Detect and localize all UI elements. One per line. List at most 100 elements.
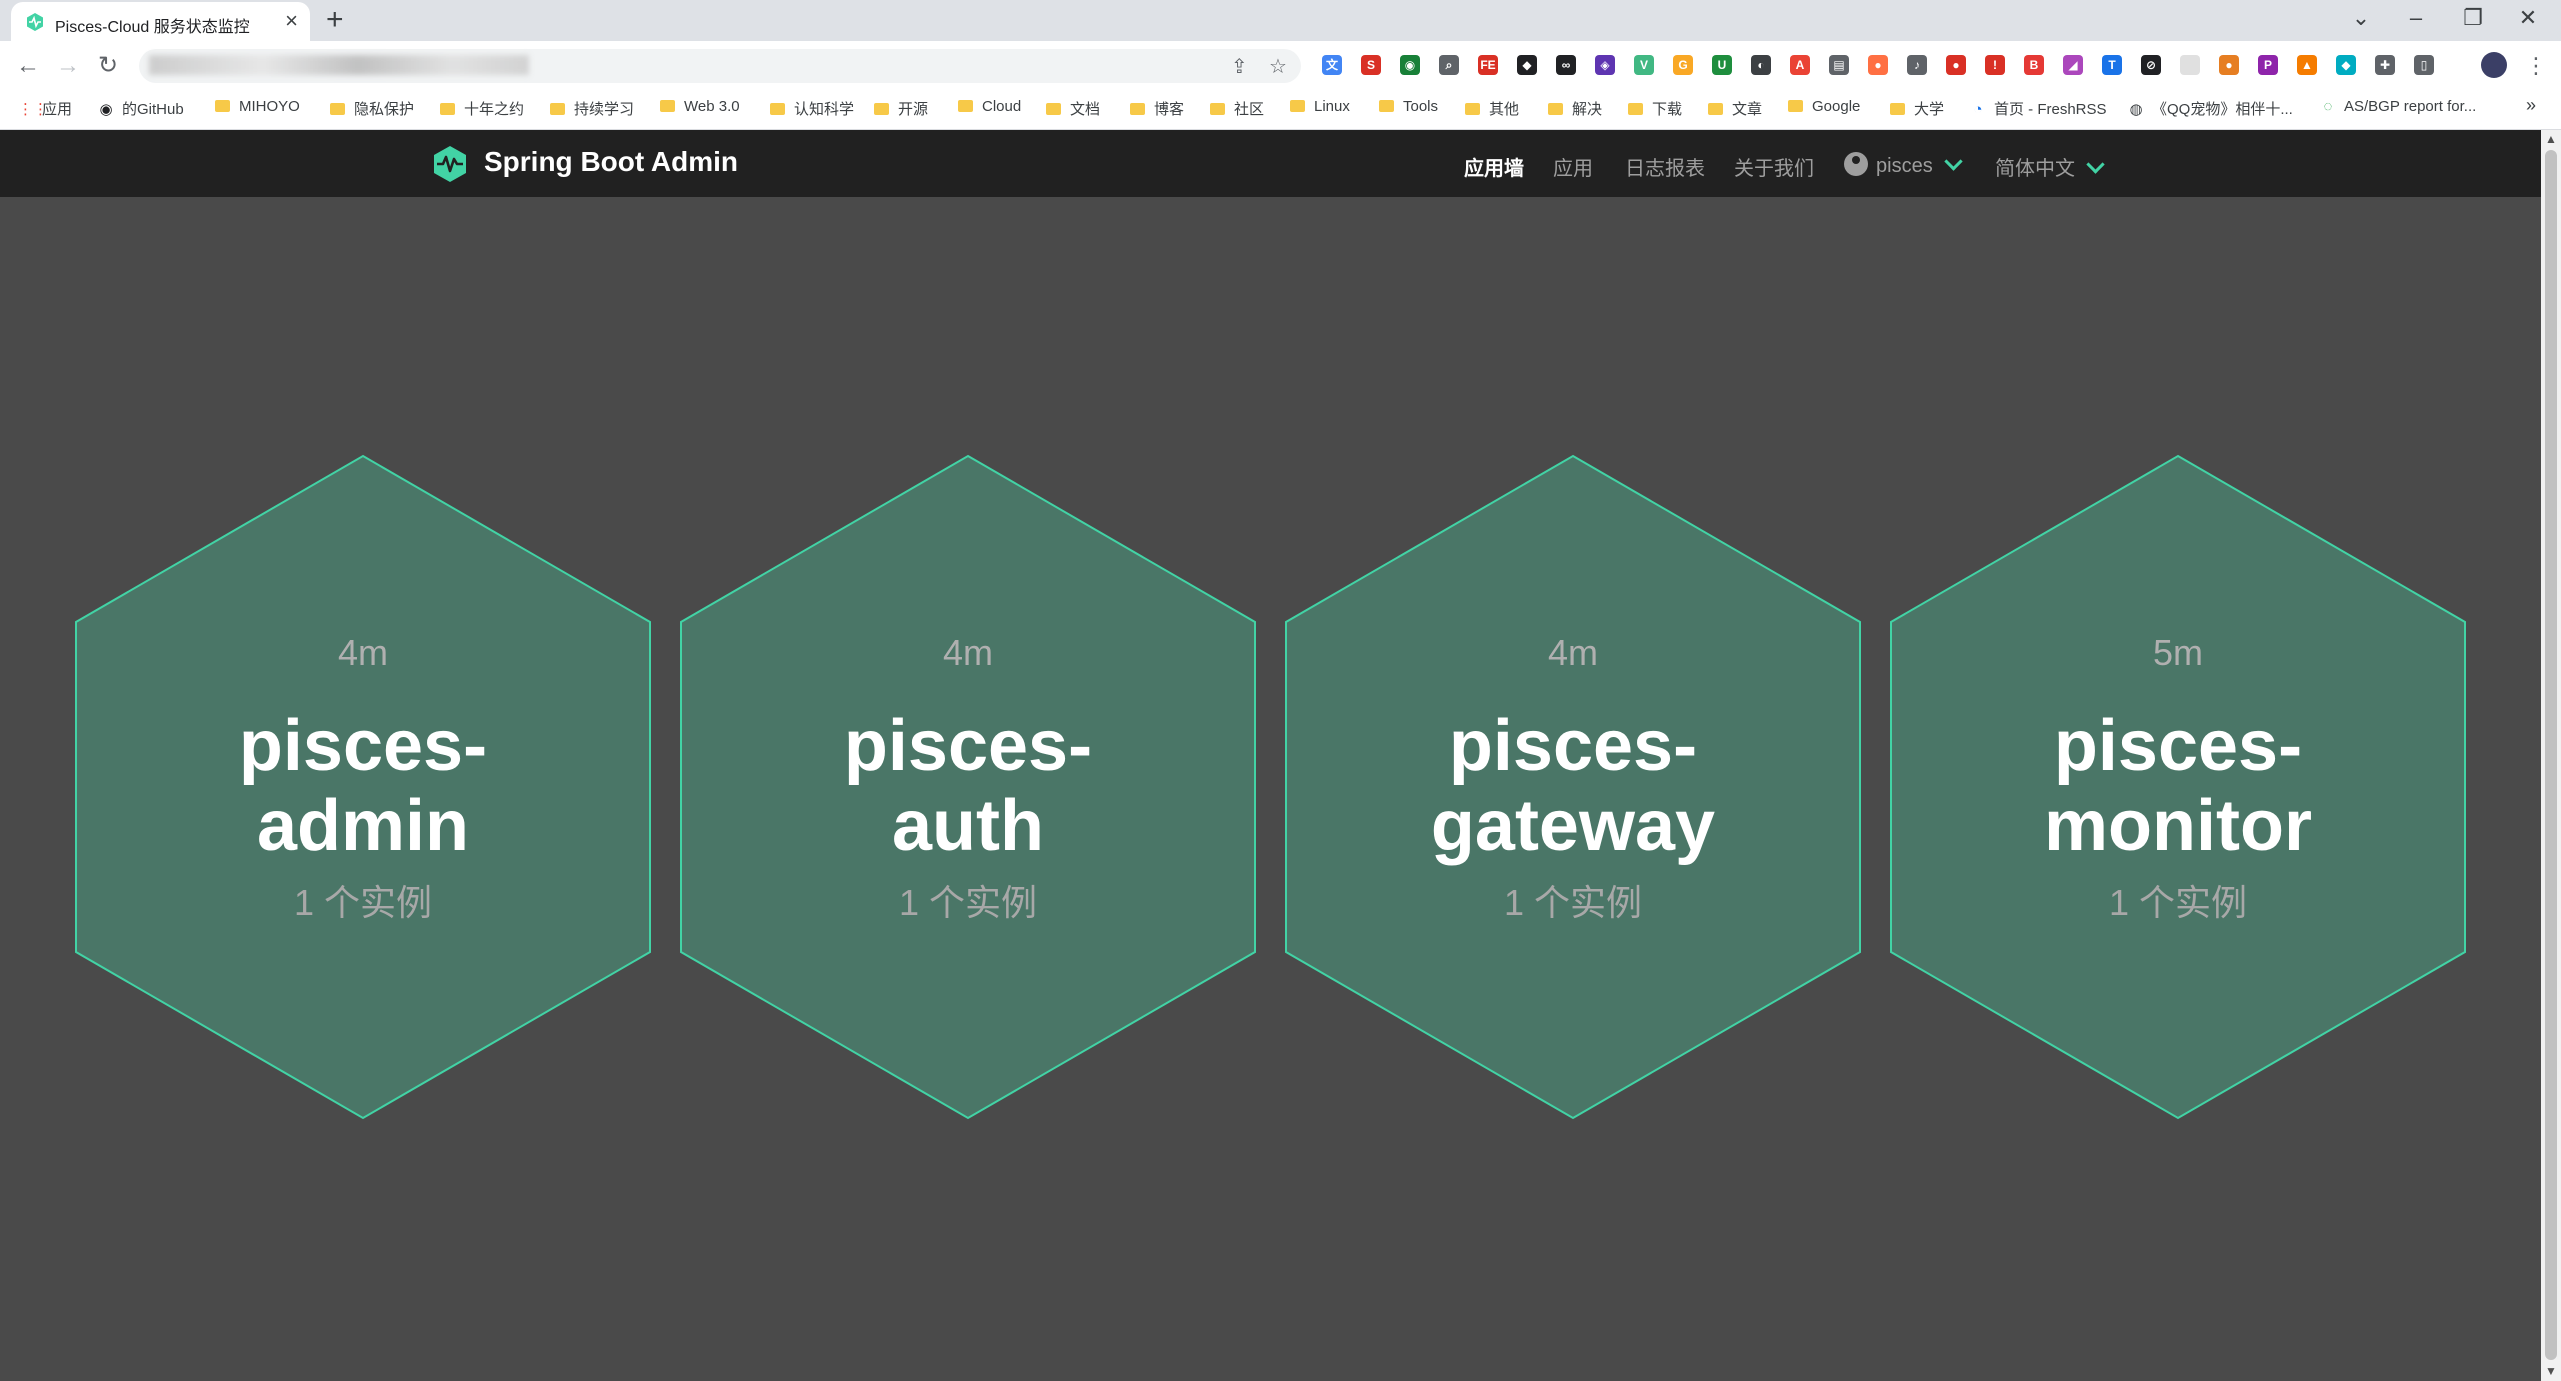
spring-boot-admin-logo-icon[interactable]	[430, 144, 470, 184]
application-name-line: gateway	[1430, 786, 1716, 866]
scroll-thumb[interactable]	[2545, 150, 2557, 1360]
s-ext-icon[interactable]: S	[1361, 55, 1381, 75]
a-ext-icon[interactable]: A	[1790, 55, 1810, 75]
brand-title[interactable]: Spring Boot Admin	[484, 146, 738, 178]
bookmark-label: 博客	[1154, 101, 1185, 118]
link-ext-icon[interactable]: ⌕	[1439, 55, 1459, 75]
bookmark-folder[interactable]: 持续学习	[550, 98, 634, 119]
bookmark-apps[interactable]: ⋮⋮应用	[18, 98, 72, 119]
uptime-label: 4m	[942, 632, 993, 673]
block-ext-icon[interactable]: ⊘	[2141, 55, 2161, 75]
language-menu[interactable]: 简体中文	[1995, 152, 2105, 181]
red-ext-icon[interactable]: ●	[1946, 55, 1966, 75]
application-hexagon[interactable]: 4m pisces-admin 1 个实例	[74, 454, 652, 1120]
bookmark-folder[interactable]: 开源	[874, 98, 928, 119]
bookmark-folder[interactable]: 博客	[1130, 98, 1184, 119]
bookmarks-overflow-icon[interactable]: »	[2526, 95, 2536, 116]
pdf-ext-icon[interactable]: P	[2258, 55, 2278, 75]
bookmark-folder[interactable]: 其他	[1465, 98, 1519, 119]
bookmark-folder[interactable]: 解决	[1548, 98, 1602, 119]
top-navbar: Spring Boot Admin 应用墙 应用 日志报表 关于我们 pisce…	[0, 130, 2541, 197]
application-hexagon[interactable]: 5m pisces-monitor 1 个实例	[1889, 454, 2467, 1120]
sidebar-ext-icon[interactable]: ▯	[2414, 55, 2434, 75]
minimize-button[interactable]: –	[2396, 4, 2436, 32]
t-ext-icon[interactable]: T	[2102, 55, 2122, 75]
purple-ext-icon[interactable]: ◈	[1595, 55, 1615, 75]
vue-ext-icon[interactable]: V	[1634, 55, 1654, 75]
mute-ext-icon[interactable]: ▤	[1829, 55, 1849, 75]
glasses-ext-icon[interactable]: ∞	[1556, 55, 1576, 75]
bookmark-folder[interactable]: Linux	[1290, 98, 1350, 115]
tab-search-icon[interactable]: ⌄	[2341, 4, 2381, 32]
globe-ext-icon[interactable]: ◉	[1400, 55, 1420, 75]
bookmark-label: 持续学习	[574, 101, 635, 118]
g-ext-icon[interactable]: G	[1673, 55, 1693, 75]
restore-button[interactable]: ❐	[2453, 4, 2493, 32]
puzzle-ext-icon[interactable]: ✚	[2375, 55, 2395, 75]
bookmark-globe[interactable]: ◍ 《QQ宠物》相伴十...	[2128, 98, 2292, 119]
scroll-down-icon[interactable]: ▼	[2545, 1364, 2557, 1378]
reload-icon[interactable]: ↻	[92, 50, 124, 82]
bookmark-folder[interactable]: 文档	[1046, 98, 1100, 119]
bookmark-github[interactable]: ◉ 的GitHub	[98, 98, 184, 119]
cursor-ext-icon[interactable]: ◢	[2063, 55, 2083, 75]
bookmark-label: 社区	[1234, 101, 1265, 118]
folder-icon	[770, 103, 785, 115]
user-menu[interactable]: pisces	[1844, 152, 1963, 178]
bookmark-folder[interactable]: 下载	[1628, 98, 1682, 119]
back-icon[interactable]: ←	[12, 50, 44, 82]
application-hexagon[interactable]: 4m pisces-auth 1 个实例	[679, 454, 1257, 1120]
shield-ext-icon[interactable]: ◆	[2336, 55, 2356, 75]
scroll-up-icon[interactable]: ▲	[2545, 132, 2557, 146]
translate-ext-icon[interactable]: 文	[1322, 55, 1342, 75]
fox-ext-icon[interactable]: ▲	[2297, 55, 2317, 75]
close-tab-icon[interactable]: ×	[285, 9, 298, 33]
page-scrollbar[interactable]: ▲ ▼	[2541, 130, 2561, 1381]
bookmark-folder[interactable]: MIHOYO	[215, 98, 300, 115]
new-tab-button[interactable]: +	[326, 4, 344, 36]
application-name-line: pisces-	[843, 706, 1093, 786]
nav-log-report[interactable]: 日志报表	[1625, 152, 1705, 181]
bookmark-folder[interactable]: 社区	[1210, 98, 1264, 119]
bookmark-folder[interactable]: 认知科学	[770, 98, 854, 119]
fe-ext-icon[interactable]: FE	[1478, 55, 1498, 75]
b-ext-icon[interactable]: B	[2024, 55, 2044, 75]
browser-tab[interactable]: Pisces-Cloud 服务状态监控 ×	[11, 2, 310, 41]
bookmark-folder[interactable]: Cloud	[958, 98, 1021, 115]
bookmark-folder[interactable]: 隐私保护	[330, 98, 414, 119]
bookmark-folder[interactable]: Web 3.0	[660, 98, 740, 115]
u-ext-icon[interactable]: U	[1712, 55, 1732, 75]
orange-ext-icon[interactable]: ●	[1868, 55, 1888, 75]
nav-applications[interactable]: 应用	[1553, 152, 1593, 181]
bookmark-folder[interactable]: Google	[1788, 98, 1860, 115]
bookmark-label: 的GitHub	[122, 101, 184, 118]
bookmark-bgp[interactable]: ◌ AS/BGP report for...	[2320, 98, 2477, 115]
folder-icon	[1465, 103, 1480, 115]
application-hexagon[interactable]: 4m pisces-gateway 1 个实例	[1284, 454, 1862, 1120]
menu-icon[interactable]: ⋮	[2520, 50, 2552, 82]
cookie-ext-icon[interactable]: ●	[2219, 55, 2239, 75]
nav-about-us[interactable]: 关于我们	[1734, 152, 1814, 181]
dark-ext-icon[interactable]: ◐	[1751, 55, 1771, 75]
nav-application-wall[interactable]: 应用墙	[1464, 152, 1524, 181]
bookmark-folder[interactable]: 十年之约	[440, 98, 524, 119]
bookmark-rss[interactable]: ◔ 首页 - FreshRSS	[1970, 98, 2106, 119]
forward-icon[interactable]: →	[52, 50, 84, 82]
share-icon[interactable]: ⇪	[1231, 54, 1248, 79]
profile-avatar[interactable]	[2481, 52, 2507, 78]
mic-ext-icon[interactable]: ♪	[1907, 55, 1927, 75]
bookmark-folder[interactable]: 大学	[1890, 98, 1944, 119]
tab-strip: Pisces-Cloud 服务状态监控 × + ⌄ – ❐ ✕	[0, 0, 2561, 41]
address-bar[interactable]: ⇪ ☆	[139, 49, 1301, 83]
user-circle-icon	[1844, 152, 1868, 176]
close-window-button[interactable]: ✕	[2508, 4, 2548, 32]
folder-icon	[1130, 103, 1145, 115]
folder-icon	[1210, 103, 1225, 115]
folder-icon	[1046, 103, 1061, 115]
alert-ext-icon[interactable]: !	[1985, 55, 2005, 75]
bookmark-folder[interactable]: 文章	[1708, 98, 1762, 119]
blank-ext-icon[interactable]	[2180, 55, 2200, 75]
star-icon[interactable]: ☆	[1269, 54, 1287, 79]
bookmark-folder[interactable]: Tools	[1379, 98, 1438, 115]
cube-ext-icon[interactable]: ◆	[1517, 55, 1537, 75]
